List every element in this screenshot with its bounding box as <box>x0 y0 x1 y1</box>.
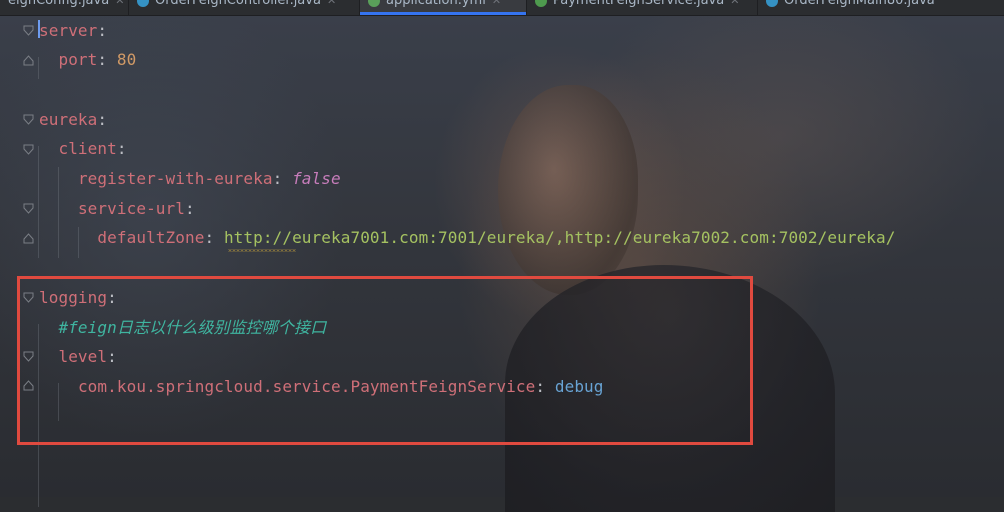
yaml-key: com.kou.springcloud.service.PaymentFeign… <box>77 377 536 396</box>
yaml-key: port <box>58 50 98 69</box>
tab-order-feign-controller[interactable]: OrderFeignController.java ✕ <box>129 0 359 15</box>
yaml-value: debug <box>554 377 604 396</box>
close-icon[interactable]: ✕ <box>115 0 124 8</box>
yaml-key: register-with-eureka <box>77 169 273 188</box>
yaml-colon: : <box>107 347 117 366</box>
java-main-icon <box>766 0 778 7</box>
spellcheck-squiggle <box>228 249 296 252</box>
java-interface-icon <box>535 0 547 7</box>
code-line-5: client: <box>39 138 127 160</box>
yaml-key: client <box>58 139 117 158</box>
code-line-12: level: <box>39 346 117 368</box>
tab-label: application.yml <box>386 0 486 8</box>
close-icon[interactable]: ✕ <box>327 0 336 8</box>
yaml-value: http://eureka7001.com:7001/eureka/,http:… <box>223 228 896 247</box>
code-line-2: port: 80 <box>39 49 136 71</box>
yaml-key: logging <box>39 288 108 307</box>
yaml-comment: #feign日志以什么级别监控哪个接口 <box>58 318 327 337</box>
code-line-4: eureka: <box>39 109 107 131</box>
yaml-colon: : <box>116 139 127 158</box>
tab-label: eignConfig.java <box>8 0 110 8</box>
tab-order-feign-main80[interactable]: OrderFeignMain80.java <box>758 0 998 15</box>
yaml-colon: : <box>97 50 117 69</box>
yaml-key: eureka <box>39 110 98 129</box>
code-line-11: #feign日志以什么级别监控哪个接口 <box>39 317 326 339</box>
tab-payment-feign-service[interactable]: PaymentFeignService.java ✕ <box>527 0 757 15</box>
tab-application-yml[interactable]: application.yml ✕ <box>360 0 526 15</box>
code-line-7: service-url: <box>39 198 195 220</box>
code-line-1: server: <box>39 20 107 42</box>
yaml-value: false <box>292 169 341 188</box>
code-line-8: defaultZone: http://eureka7001.com:7001/… <box>39 227 896 249</box>
yaml-key: service-url <box>77 199 185 218</box>
tab-label: OrderFeignMain80.java <box>784 0 935 8</box>
java-class-icon <box>137 0 149 7</box>
code-line-10: logging: <box>39 287 117 309</box>
tab-label: PaymentFeignService.java <box>553 0 725 8</box>
yaml-value: 80 <box>116 50 137 69</box>
close-icon[interactable]: ✕ <box>730 0 739 8</box>
yaml-colon: : <box>185 199 195 218</box>
yaml-colon: : <box>535 377 555 396</box>
yaml-colon: : <box>97 21 108 40</box>
tab-label: OrderFeignController.java <box>155 0 321 8</box>
code-line-6: register-with-eureka: false <box>39 168 341 190</box>
tab-feign-config[interactable]: eignConfig.java ✕ <box>0 0 128 15</box>
editor-tab-bar: eignConfig.java ✕ OrderFeignController.j… <box>0 0 1004 16</box>
yaml-key: defaultZone <box>97 228 205 247</box>
yaml-colon: : <box>204 228 224 247</box>
yaml-colon: : <box>107 288 117 307</box>
code-line-13: com.kou.springcloud.service.PaymentFeign… <box>39 376 604 398</box>
yaml-key: level <box>58 347 108 366</box>
yaml-colon: : <box>97 110 108 129</box>
yaml-config-icon <box>368 0 380 7</box>
code-editor[interactable]: server: port: 80 eureka: client: registe… <box>0 15 1004 507</box>
yaml-colon: : <box>272 169 293 188</box>
close-icon[interactable]: ✕ <box>492 0 501 8</box>
yaml-key: server <box>39 21 98 40</box>
